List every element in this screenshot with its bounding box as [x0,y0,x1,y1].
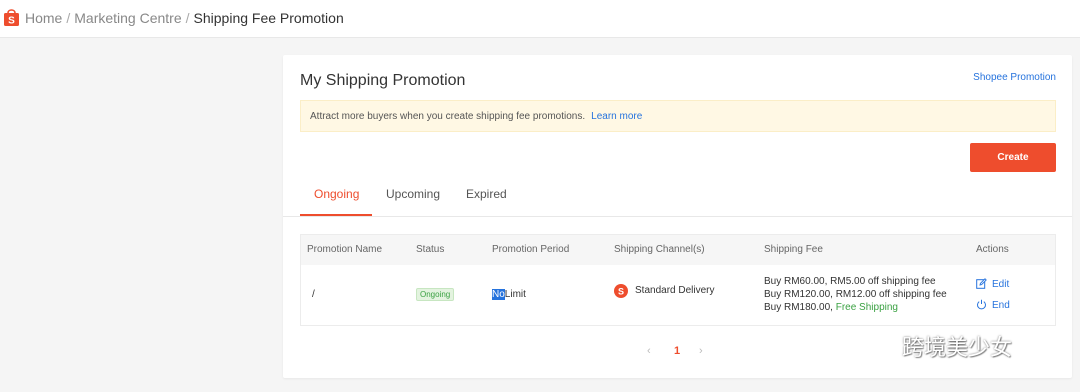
tab-ongoing[interactable]: Ongoing [314,187,359,201]
breadcrumb: Home / Marketing Centre / Shipping Fee Promo… [25,10,344,26]
channel-icon-letter: S [618,287,624,297]
promotion-table: Promotion Name Status Promotion Period S… [300,234,1056,326]
column-header-promotion-period: Promotion Period [492,244,570,255]
create-button[interactable]: Create [970,143,1056,172]
column-header-actions: Actions [976,244,1009,255]
period-selected-text: No [492,289,505,300]
watermark: 跨境美少女 [862,330,1013,361]
breadcrumb-separator: / [66,10,71,26]
fee-tier-3-prefix: Buy RM180.00, [764,302,833,313]
page-title: My Shipping Promotion [300,72,466,89]
status-tabs: Ongoing Upcoming Expired [283,175,1072,217]
promotion-period: NoLimit [492,289,526,300]
shopee-channel-icon: S [614,284,628,298]
watermark-text: 跨境美少女 [902,336,1013,361]
info-banner: Attract more buyers when you create ship… [300,100,1056,132]
table-row: / Ongoing NoLimit S Standard Delivery Bu… [301,265,1055,325]
chevron-left-icon[interactable]: ‹ [647,345,651,357]
edit-label[interactable]: Edit [992,279,1009,290]
breadcrumb-marketing-centre[interactable]: Marketing Centre [74,10,181,26]
table-header: Promotion Name Status Promotion Period S… [301,235,1055,265]
shopee-promotion-link[interactable]: Shopee Promotion [973,72,1056,83]
top-bar: S Home / Marketing Centre / Shipping Fee Pro… [0,0,1080,38]
tab-upcoming[interactable]: Upcoming [386,187,440,201]
page-number[interactable]: 1 [674,345,680,357]
breadcrumb-current: Shipping Fee Promotion [193,10,344,26]
tab-expired[interactable]: Expired [466,187,507,201]
edit-icon [976,278,987,289]
free-shipping-label: Free Shipping [835,302,898,313]
shipping-channel: Standard Delivery [635,285,715,296]
fee-tier-3: Buy RM180.00, Free Shipping [764,301,947,314]
end-action[interactable]: End [976,299,1010,311]
learn-more-link[interactable]: Learn more [591,111,642,122]
active-tab-indicator [300,214,372,216]
column-header-shipping-fee: Shipping Fee [764,244,823,255]
chevron-right-icon[interactable]: › [699,345,703,357]
breadcrumb-separator: / [185,10,190,26]
fee-tier-2: Buy RM120.00, RM12.00 off shipping fee [764,289,947,300]
power-icon [977,299,986,310]
svg-text:S: S [8,16,15,27]
column-header-status: Status [416,244,445,255]
column-header-promotion-name: Promotion Name [307,244,383,255]
promotion-name: / [312,289,315,300]
breadcrumb-home[interactable]: Home [25,10,62,26]
edit-action[interactable]: Edit [976,278,1009,290]
wechat-icon [863,334,894,358]
column-header-shipping-channels: Shipping Channel(s) [614,244,705,255]
status-badge: Ongoing [416,288,455,301]
end-label[interactable]: End [992,300,1010,311]
shipping-fee-tiers: Buy RM60.00, RM5.00 off shipping fee Buy… [764,275,947,314]
shopee-logo-icon[interactable]: S [3,7,20,27]
period-rest-text: Limit [504,289,526,300]
banner-text: Attract more buyers when you create ship… [310,111,586,122]
fee-tier-1: Buy RM60.00, RM5.00 off shipping fee [764,276,936,287]
